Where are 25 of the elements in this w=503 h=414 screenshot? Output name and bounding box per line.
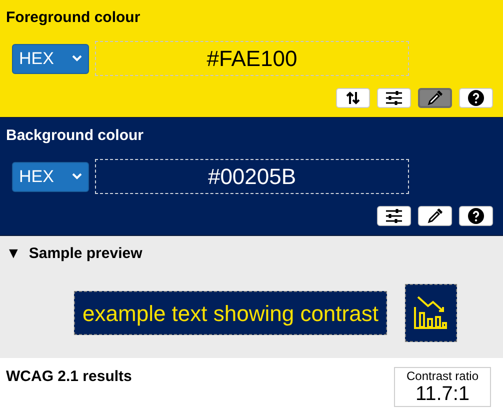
sliders-icon [385,91,403,105]
colour-value-field[interactable]: #00205B [95,159,409,194]
help-icon [468,90,484,106]
help-icon [468,208,484,224]
chevron-down-icon [72,173,82,180]
colour-value-field[interactable]: #FAE100 [95,41,409,76]
section-title: Background colour [6,127,145,145]
preview-toggle[interactable]: ▼ Sample preview [6,245,142,263]
contrast-ratio-value: 11.7:1 [415,383,470,405]
format-select[interactable]: HEX [12,44,89,74]
help-button[interactable] [459,206,493,226]
eyedropper-button[interactable] [418,88,452,108]
sample-text: example text showing contrast [74,291,388,335]
swap-arrows-icon [345,91,361,105]
swap-button[interactable] [336,88,370,108]
contrast-ratio-label: Contrast ratio [406,369,479,383]
results-title: WCAG 2.1 results [6,368,132,387]
sliders-button[interactable] [377,206,411,226]
help-button[interactable] [459,88,493,108]
sliders-button[interactable] [377,88,411,108]
chevron-down-icon [72,55,82,62]
section-title: Foreground colour [6,9,142,27]
sliders-icon [385,209,403,223]
declining-chart-icon [413,296,450,330]
format-select[interactable]: HEX [12,162,89,192]
